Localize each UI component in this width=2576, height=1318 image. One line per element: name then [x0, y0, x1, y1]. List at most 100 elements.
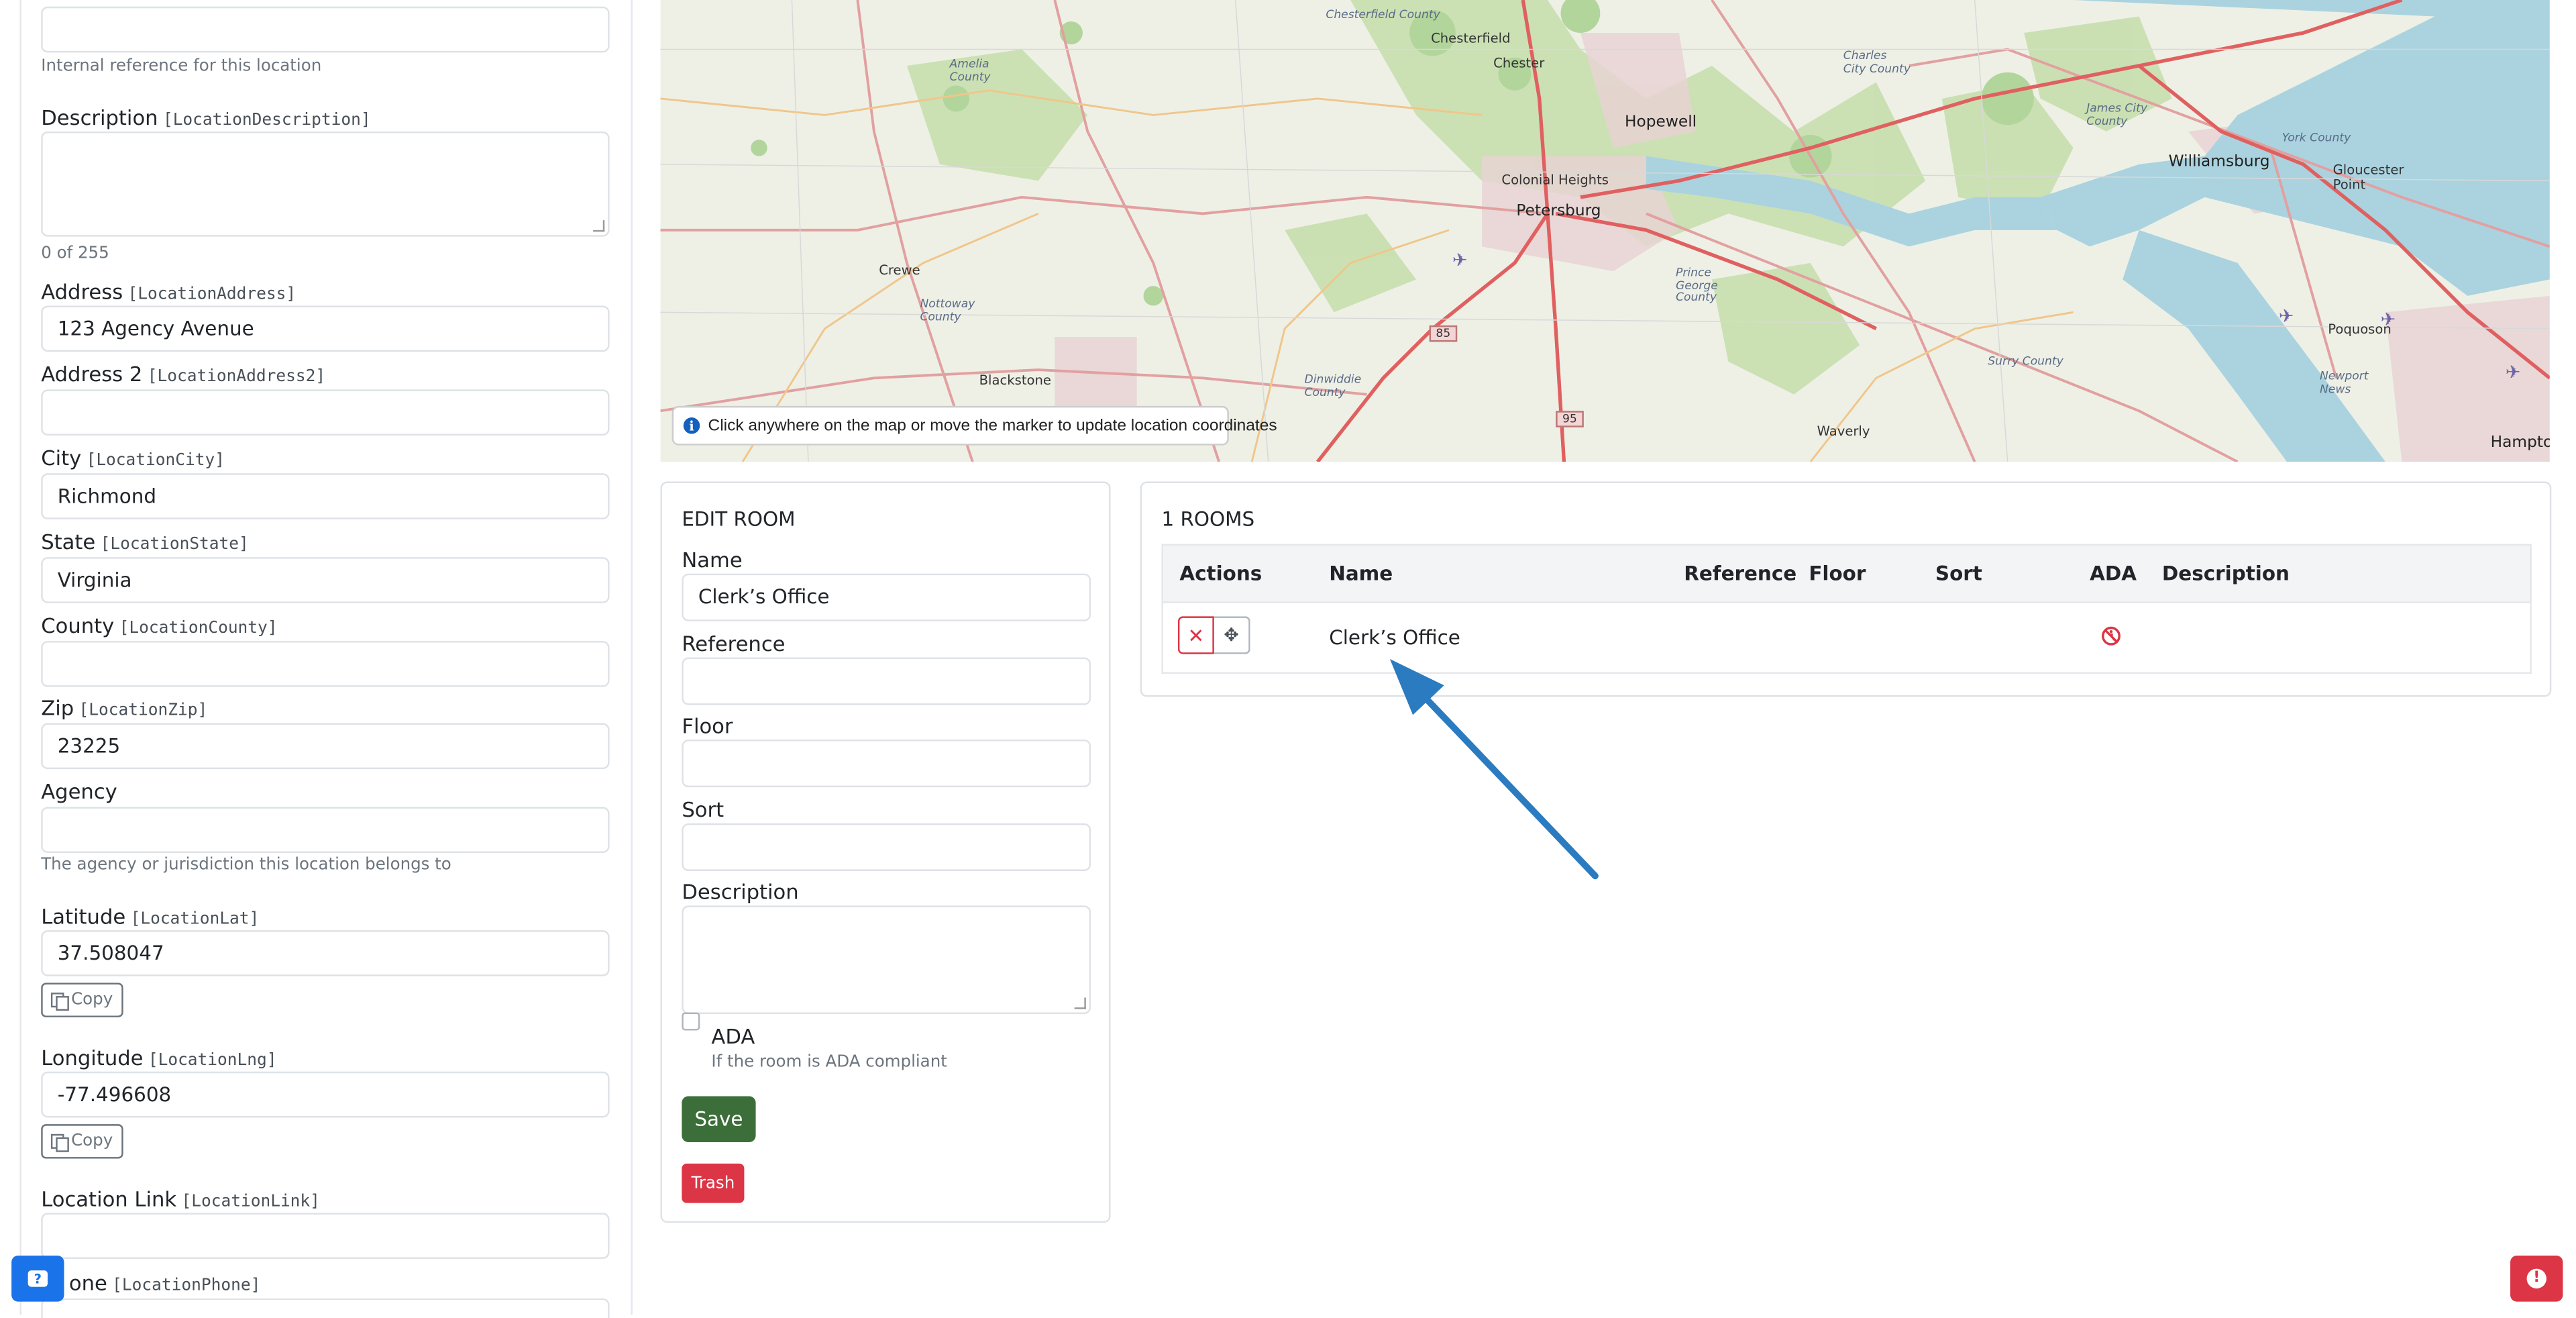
agency-label: Agency — [41, 778, 117, 804]
copy-latitude-button[interactable]: Copy — [41, 982, 123, 1017]
report-issue-button[interactable]: ! — [2510, 1256, 2563, 1302]
latitude-input[interactable]: 37.508047 — [41, 930, 610, 976]
rooms-table-header: Actions Name Reference Floor Sort ADA De… — [1161, 544, 2532, 603]
map-label-amelia-county: Amelia County — [949, 57, 991, 84]
map-label-colonial-heights: Colonial Heights — [1501, 172, 1609, 188]
col-floor[interactable]: Floor — [1809, 562, 1866, 585]
map-label-hopewell: Hopewell — [1625, 113, 1697, 132]
airport-icon: ✈ — [2278, 305, 2294, 327]
address-input[interactable]: 123 Agency Avenue — [41, 305, 610, 352]
city-label: City [LocationCity] — [41, 445, 225, 470]
delete-icon: ✕ — [1187, 623, 1205, 647]
county-input[interactable] — [41, 641, 610, 687]
interstate-85-shield: 85 — [1429, 325, 1458, 342]
airport-icon: ✈ — [2380, 309, 2396, 331]
col-ada[interactable]: ADA — [2090, 562, 2137, 585]
map-hint: i Click anywhere on the map or move the … — [672, 405, 1277, 446]
room-name-input[interactable]: Clerk’s Office — [682, 573, 1091, 621]
latitude-label: Latitude [LocationLat] — [41, 903, 260, 929]
col-sort[interactable]: Sort — [1935, 562, 1982, 585]
map-label-charles-city-county: Charles City County — [1843, 49, 1911, 75]
help-chat-button[interactable]: ? — [11, 1256, 64, 1302]
copy-longitude-button[interactable]: Copy — [41, 1124, 123, 1159]
map-label-chesterfield: Chesterfield — [1431, 31, 1511, 46]
airport-icon: ✈ — [1452, 250, 1468, 272]
move-room-button[interactable]: ✥ — [1214, 616, 1250, 654]
room-description-textarea[interactable] — [682, 905, 1091, 1015]
ada-checkbox[interactable] — [682, 1012, 700, 1031]
delete-room-button[interactable]: ✕ — [1177, 616, 1214, 654]
map-label-newport-news: Newport News — [2319, 370, 2369, 396]
ada-label: ADA — [711, 1023, 755, 1049]
map-label-crewe: Crewe — [879, 262, 920, 278]
map-label-blackstone: Blackstone — [979, 372, 1051, 388]
map-label-chesterfield-county: Chesterfield County — [1326, 8, 1440, 21]
move-icon: ✥ — [1224, 624, 1239, 646]
col-name[interactable]: Name — [1329, 562, 1393, 585]
longitude-input[interactable]: -77.496608 — [41, 1071, 610, 1118]
address-label: Address [LocationAddress] — [41, 279, 297, 305]
map-label-nottoway-county: Nottoway County — [920, 297, 975, 323]
map-label-chester: Chester — [1493, 56, 1545, 71]
phone-label: one [LocationPhone] — [68, 1270, 261, 1295]
row-actions: ✕ ✥ — [1177, 616, 1252, 654]
map-label-hampton: Hampto — [2490, 434, 2550, 452]
map-label-james-city-county: James City County — [2086, 101, 2148, 128]
description-textarea[interactable] — [41, 131, 610, 237]
info-icon: i — [683, 417, 700, 434]
page: Internal reference for this location Des… — [0, 0, 2576, 1318]
not-accessible-icon — [2102, 626, 2121, 646]
map-label-petersburg: Petersburg — [1516, 202, 1601, 221]
zip-label: Zip [LocationZip] — [41, 695, 208, 720]
edit-room-card: EDIT ROOM Name Clerk’s Office Reference … — [660, 481, 1111, 1223]
description-label: Description [LocationDescription] — [41, 105, 371, 130]
longitude-label: Longitude [LocationLng] — [41, 1045, 277, 1070]
col-actions: Actions — [1179, 562, 1263, 585]
map-label-gloucester-point: Gloucester Point — [2332, 162, 2404, 193]
room-name-cell[interactable]: Clerk’s Office — [1329, 626, 1460, 649]
room-sort-label: Sort — [682, 797, 724, 822]
map-label-dinwiddie-county: Dinwiddie County — [1304, 372, 1362, 399]
map-label-waverly: Waverly — [1817, 423, 1870, 439]
table-row[interactable]: ✕ ✥ Clerk’s Office — [1161, 603, 2532, 674]
reference-input[interactable] — [41, 6, 610, 53]
map-label-york-county: York County — [2282, 131, 2351, 145]
address2-label: Address 2 [LocationAddress2] — [41, 361, 326, 387]
reference-help: Internal reference for this location — [41, 57, 322, 76]
map-label-prince-george-county: Prince George County — [1675, 266, 1718, 305]
copy-icon — [51, 993, 70, 1011]
chat-icon: ? — [28, 1270, 48, 1287]
copy-icon — [51, 1133, 70, 1152]
room-floor-input[interactable] — [682, 740, 1091, 788]
trash-button[interactable]: Trash — [682, 1163, 745, 1203]
room-reference-input[interactable] — [682, 657, 1091, 705]
link-label: Location Link [LocationLink] — [41, 1186, 320, 1211]
save-button[interactable]: Save — [682, 1096, 756, 1143]
interstate-95-shield: 95 — [1556, 411, 1584, 427]
room-description-label: Description — [682, 879, 799, 904]
state-input[interactable]: Virginia — [41, 557, 610, 603]
map-tiles — [660, 0, 2550, 462]
edit-room-title: EDIT ROOM — [682, 507, 796, 531]
location-form: Internal reference for this location Des… — [19, 0, 633, 1318]
room-reference-label: Reference — [682, 631, 786, 656]
col-description[interactable]: Description — [2162, 562, 2290, 585]
agency-input[interactable] — [41, 807, 610, 854]
room-name-label: Name — [682, 547, 743, 572]
room-floor-label: Floor — [682, 713, 733, 738]
address2-input[interactable] — [41, 389, 610, 436]
room-sort-input[interactable] — [682, 823, 1091, 871]
link-input[interactable] — [41, 1213, 610, 1259]
map-label-surry-county: Surry County — [1988, 354, 2063, 368]
rooms-title: 1 ROOMS — [1161, 507, 1255, 531]
location-map[interactable]: Chesterfield County Chesterfield Chester… — [660, 0, 2550, 462]
city-input[interactable]: Richmond — [41, 473, 610, 519]
county-label: County [LocationCounty] — [41, 613, 278, 638]
zip-input[interactable]: 23225 — [41, 723, 610, 770]
map-label-williamsburg: Williamsburg — [2168, 152, 2270, 171]
description-counter: 0 of 255 — [41, 244, 109, 263]
phone-input[interactable] — [41, 1298, 610, 1318]
ada-help: If the room is ADA compliant — [711, 1053, 947, 1072]
col-reference[interactable]: Reference — [1684, 562, 1796, 585]
alert-icon: ! — [2526, 1268, 2546, 1289]
